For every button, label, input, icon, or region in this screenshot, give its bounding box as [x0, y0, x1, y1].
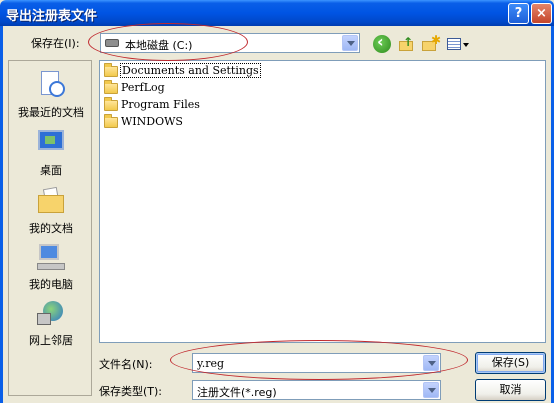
place-my-documents[interactable]: 我的文档 [9, 185, 93, 236]
title-bar[interactable]: 导出注册表文件 ? × [0, 0, 554, 26]
file-name: PerfLog [121, 81, 165, 94]
file-name: Program Files [121, 98, 200, 111]
save-button[interactable]: 保存(S) [475, 352, 546, 374]
place-label: 桌面 [40, 164, 62, 177]
cancel-button[interactable]: 取消 [475, 379, 546, 401]
window-title: 导出注册表文件 [6, 9, 98, 24]
folder-icon [104, 80, 118, 94]
window-frame-left [0, 26, 3, 403]
view-menu-icon[interactable] [446, 35, 469, 53]
place-network[interactable]: 网上邻居 [9, 297, 93, 348]
places-bar: 我最近的文档 桌面 我的文档 我的电脑 网上邻居 [8, 60, 92, 396]
help-button[interactable]: ? [508, 3, 529, 24]
filetype-value: 注册文件(*.reg) [197, 386, 277, 399]
place-label: 我的电脑 [29, 278, 73, 291]
annotation-ellipse-save-in [88, 23, 248, 61]
save-in-label: 保存在(I): [31, 37, 80, 50]
network-places-icon [35, 297, 67, 329]
desktop-icon [35, 127, 67, 159]
my-computer-icon [35, 241, 67, 273]
folder-icon [104, 114, 118, 128]
place-desktop[interactable]: 桌面 [9, 127, 93, 178]
file-list[interactable]: Documents and Settings PerfLog Program F… [99, 60, 546, 343]
back-icon[interactable] [373, 32, 391, 53]
my-documents-icon [35, 185, 67, 217]
filename-label: 文件名(N): [99, 358, 153, 371]
file-name: Documents and Settings [120, 63, 261, 78]
up-folder-icon[interactable]: ↑ [397, 35, 415, 53]
file-name: WINDOWS [121, 115, 183, 128]
place-label: 网上邻居 [29, 334, 73, 347]
filetype-dropdown[interactable]: 注册文件(*.reg) [192, 380, 441, 400]
folder-icon [104, 97, 118, 111]
annotation-ellipse-filename [170, 340, 468, 380]
folder-icon [104, 63, 118, 77]
filetype-label: 保存类型(T): [99, 385, 163, 398]
chevron-down-icon[interactable] [342, 35, 358, 51]
close-button[interactable]: × [531, 3, 552, 24]
recent-documents-icon [35, 69, 67, 101]
place-my-computer[interactable]: 我的电脑 [9, 241, 93, 292]
place-recent-documents[interactable]: 我最近的文档 [9, 69, 93, 120]
place-label: 我最近的文档 [18, 106, 84, 119]
place-label: 我的文档 [29, 222, 73, 235]
new-folder-icon[interactable]: ✱ [421, 33, 441, 53]
chevron-down-icon[interactable] [423, 382, 439, 398]
